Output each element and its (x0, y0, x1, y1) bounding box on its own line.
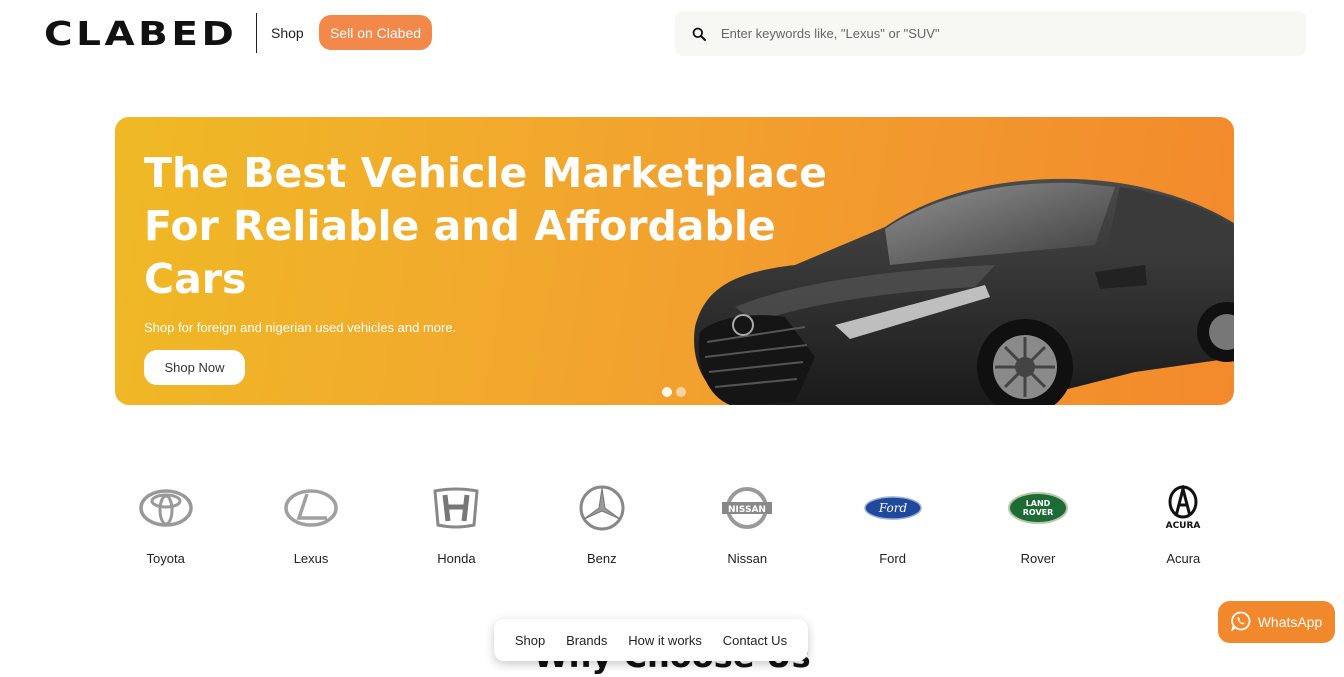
brand-lexus[interactable]: Lexus (238, 478, 383, 578)
brands-row: Toyota Lexus Honda Benz NISSAN Nissan Fo… (93, 478, 1256, 578)
whatsapp-icon (1230, 611, 1251, 634)
slider-dots (662, 387, 686, 397)
brand-nissan[interactable]: NISSAN Nissan (675, 478, 820, 578)
honda-logo-icon (426, 478, 486, 538)
nissan-logo-text: NISSAN (728, 505, 766, 515)
lexus-logo-icon (281, 478, 341, 538)
brand-ford[interactable]: Ford Ford (820, 478, 965, 578)
rover-logo-text-bottom: ROVER (1023, 508, 1054, 517)
rover-logo-text-top: LAND (1026, 499, 1051, 508)
ford-logo-icon: Ford (863, 478, 923, 538)
acura-logo-icon: ACURA (1153, 478, 1213, 538)
brand-benz[interactable]: Benz (529, 478, 674, 578)
shop-now-button[interactable]: Shop Now (144, 350, 245, 385)
floating-nav: Shop Brands How it works Contact Us (494, 619, 808, 661)
acura-logo-text: ACURA (1166, 521, 1201, 531)
brand-name: Acura (1166, 551, 1201, 566)
nav-shop-link[interactable]: Shop (271, 25, 304, 41)
nissan-logo-icon: NISSAN (717, 478, 777, 538)
hero-banner: The Best Vehicle Marketplace For Reliabl… (115, 117, 1234, 405)
whatsapp-button[interactable]: WhatsApp (1218, 601, 1335, 643)
toyota-logo-icon (136, 478, 196, 538)
brand-name: Toyota (146, 551, 185, 566)
car-image (694, 178, 1234, 405)
search-bar[interactable] (675, 11, 1306, 56)
site-header: CLABED Shop Sell on Clabed (0, 0, 1344, 66)
brand-name: Honda (437, 551, 476, 566)
whatsapp-label: WhatsApp (1257, 614, 1323, 630)
mercedes-logo-icon (572, 478, 632, 538)
search-input[interactable] (719, 26, 1279, 41)
brand-name: Rover (1020, 551, 1056, 566)
floating-nav-contact-us[interactable]: Contact Us (723, 633, 787, 648)
slider-dot-1[interactable] (662, 387, 672, 397)
brand-acura[interactable]: ACURA Acura (1111, 478, 1256, 578)
brand-honda[interactable]: Honda (384, 478, 529, 578)
brand-rover[interactable]: LAND ROVER Rover (965, 478, 1110, 578)
slider-dot-2[interactable] (676, 387, 686, 397)
brand-name: Benz (586, 551, 617, 566)
sell-on-clabed-button[interactable]: Sell on Clabed (319, 15, 432, 50)
brand-toyota[interactable]: Toyota (93, 478, 238, 578)
search-icon (679, 27, 719, 41)
brand-name: Ford (879, 551, 906, 566)
floating-nav-brands[interactable]: Brands (566, 633, 607, 648)
ford-logo-text: Ford (877, 501, 907, 515)
land-rover-logo-icon: LAND ROVER (1007, 478, 1068, 538)
brand-name: Lexus (293, 551, 329, 566)
hero-subtitle: Shop for foreign and nigerian used vehic… (144, 320, 457, 335)
brand-name: Nissan (727, 551, 768, 566)
floating-nav-shop[interactable]: Shop (515, 633, 545, 648)
floating-nav-how-it-works[interactable]: How it works (628, 633, 702, 648)
header-divider (256, 13, 257, 53)
clabed-logo[interactable]: CLABED (44, 14, 237, 53)
